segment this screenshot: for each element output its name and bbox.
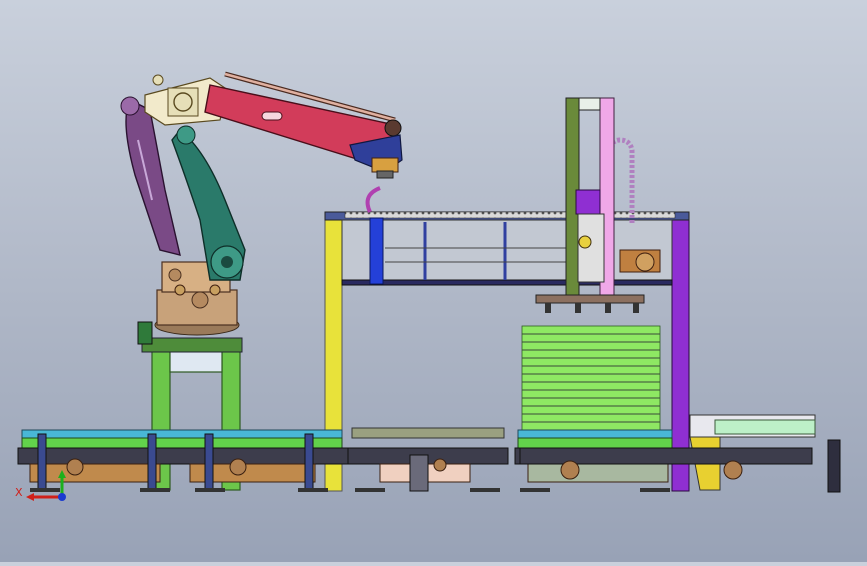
floor-feet bbox=[30, 488, 670, 492]
pallet-stack bbox=[521, 325, 661, 431]
conveyor-right bbox=[514, 429, 813, 483]
conveyor-left bbox=[17, 429, 349, 491]
conveyor-center bbox=[347, 427, 509, 492]
cad-viewport[interactable] bbox=[0, 0, 867, 562]
robot-upper-arm bbox=[171, 125, 246, 281]
axis-x-label: X bbox=[15, 486, 23, 499]
